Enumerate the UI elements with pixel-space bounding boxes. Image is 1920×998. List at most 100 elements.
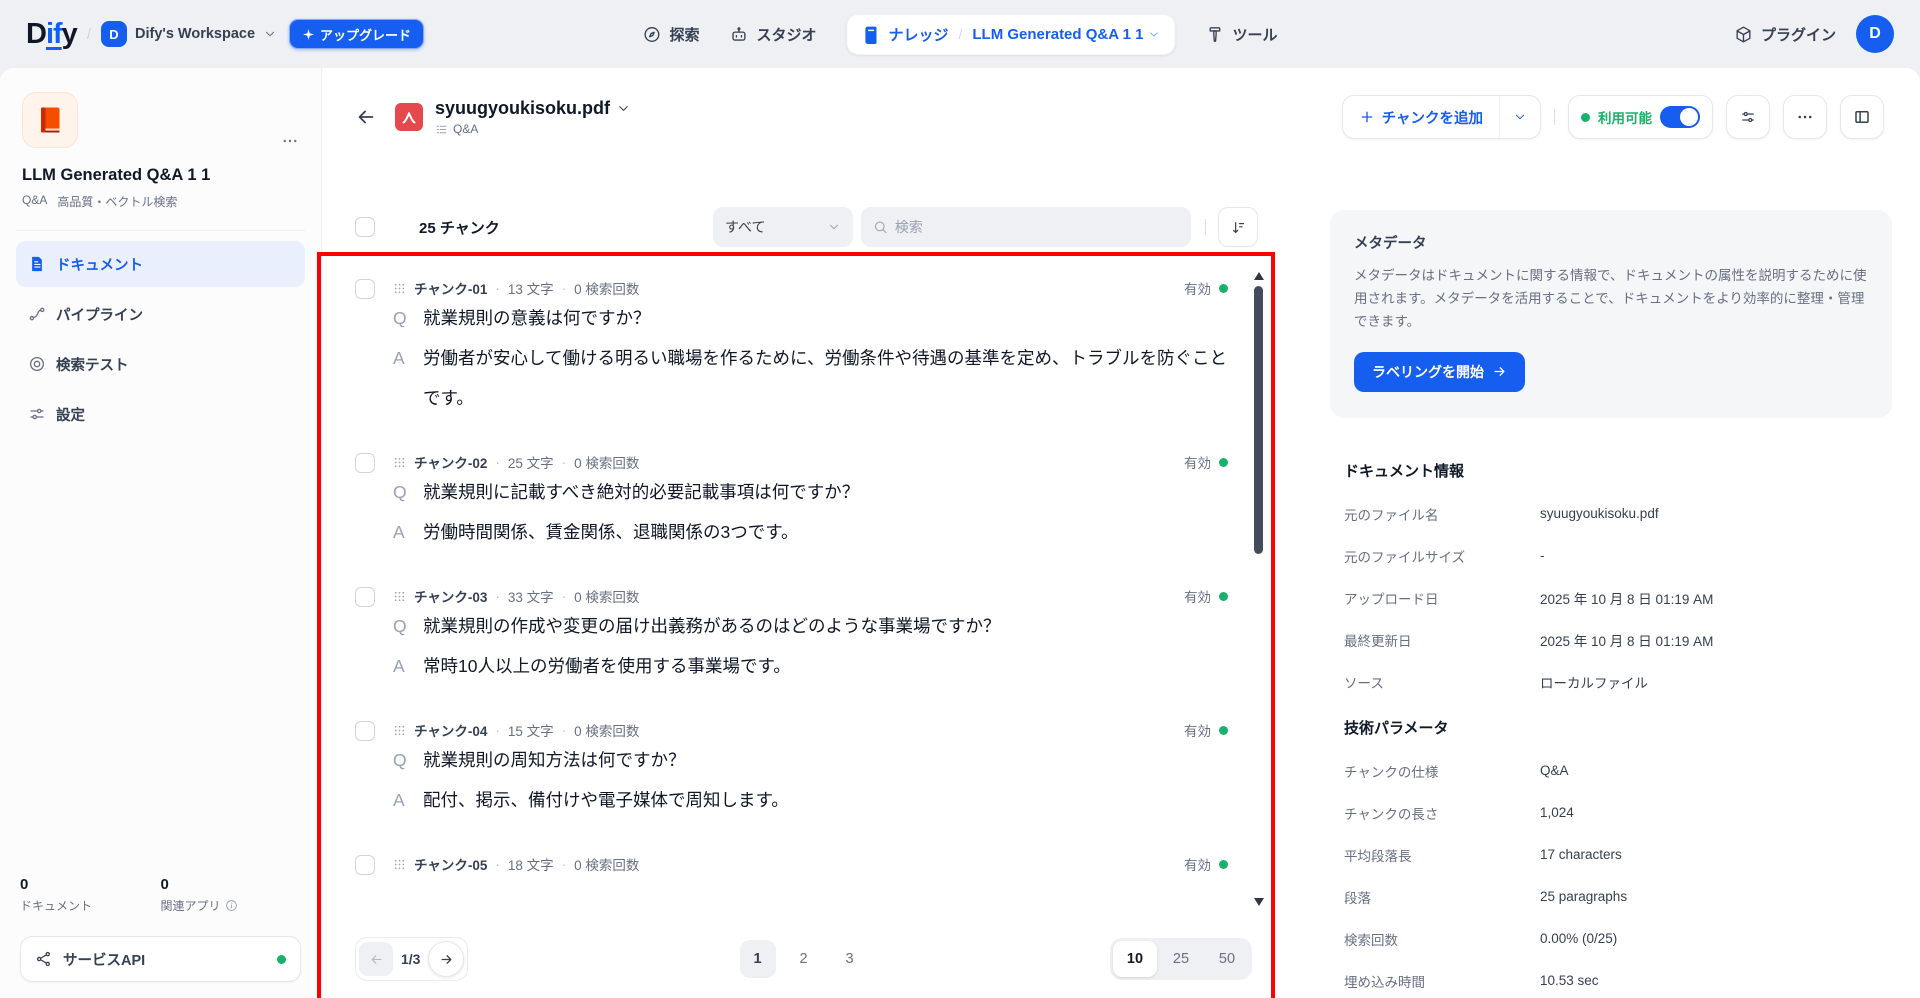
chunk-meta: チャンク-02 · 25 文字 · 0 検索回数 有効 — [393, 452, 1228, 472]
chunk-card[interactable]: チャンク-04 · 15 文字 · 0 検索回数 有効 Q 就業規則の周知方法は… — [355, 706, 1228, 840]
chunk-checkbox[interactable] — [355, 587, 375, 607]
chunk-card[interactable]: チャンク-03 · 33 文字 · 0 検索回数 有効 Q 就業規則の作成や変更… — [355, 572, 1228, 706]
page-button-3[interactable]: 3 — [832, 940, 868, 978]
nav-label: 探索 — [669, 26, 700, 44]
nav-item-explore[interactable]: 探索 — [642, 24, 699, 45]
chunk-checkbox[interactable] — [355, 855, 375, 875]
prev-page-button[interactable] — [359, 942, 393, 976]
status-dot — [1219, 591, 1228, 601]
nav-item-tools[interactable]: ツール — [1206, 24, 1278, 45]
answer-text: 常時10人以上の労働者を使用する事業場です。 — [423, 656, 791, 676]
select-all-checkbox[interactable] — [355, 217, 375, 237]
status-filter-select[interactable]: すべて — [713, 207, 853, 247]
start-labeling-button[interactable]: ラベリングを開始 — [1354, 351, 1525, 392]
info-row: 元のファイル名 syuugyoukisoku.pdf — [1344, 493, 1892, 535]
chunk-list-header: 25 チャンク すべて — [355, 206, 1258, 248]
chunk-count: 25 チャンク — [419, 219, 500, 237]
sidebar-item-settings[interactable]: 設定 — [16, 391, 305, 437]
sidebar-footer: 0 ドキュメント 0 関連アプリ サービスAPI — [16, 876, 305, 982]
sidebar-item-documents[interactable]: ドキュメント — [16, 241, 305, 287]
info-label: 最終更新日 — [1344, 633, 1412, 649]
chunk-chars: 18 文字 — [507, 858, 554, 873]
chunk-card[interactable]: チャンク-05 · 18 文字 · 0 検索回数 有効 — [355, 840, 1228, 895]
drag-grid-icon — [394, 457, 405, 467]
chevron-down-icon — [266, 31, 275, 37]
info-row: 最終更新日 2025 年 10 月 8 日 01:19 AM — [1344, 619, 1892, 661]
back-button[interactable] — [347, 98, 385, 136]
chunk-settings-button[interactable] — [1726, 95, 1770, 139]
stat-label: ドキュメント — [20, 899, 93, 913]
sort-button[interactable] — [1218, 207, 1258, 247]
info-row: ソース ローカルファイル — [1344, 661, 1892, 703]
nav-item-studio[interactable]: スタジオ — [729, 24, 816, 45]
page-size-50[interactable]: 50 — [1205, 941, 1249, 977]
param-value: 1,024 — [1540, 805, 1574, 821]
scrollbar-thumb[interactable] — [1254, 286, 1263, 554]
dataset-subtitle: Q&A 高品質・ベクトル検索 — [22, 193, 299, 210]
page-size-10[interactable]: 10 — [1113, 941, 1157, 977]
info-icon[interactable] — [225, 899, 238, 912]
page-button-1[interactable]: 1 — [739, 940, 776, 978]
question-row: Q 就業規則の作成や変更の届け出義務があるのはどのような事業場ですか？ — [393, 606, 1228, 646]
sidebar-item-label: ドキュメント — [56, 257, 143, 274]
chunk-id: チャンク-01 — [414, 282, 488, 297]
chunk-checkbox[interactable] — [355, 721, 375, 741]
add-chunk-button[interactable]: チャンクを追加 — [1343, 96, 1500, 138]
sidebar-item-pipeline[interactable]: パイプライン — [16, 291, 305, 337]
chunk-checkbox[interactable] — [355, 279, 375, 299]
add-chunk-dropdown[interactable] — [1500, 96, 1540, 138]
page-button-2[interactable]: 2 — [786, 940, 822, 978]
main-navigation: 探索 スタジオ ナレッジ / LLM Generated Q&A 1 1 ツール — [642, 0, 1278, 68]
more-actions-button[interactable] — [1783, 95, 1827, 139]
metadata-card: メタデータ メタデータはドキュメントに関する情報で、ドキュメントの属性を説明する… — [1330, 210, 1892, 418]
a-label: A — [393, 348, 405, 368]
separator: · — [561, 454, 567, 470]
status-dot — [1219, 283, 1228, 293]
next-page-button[interactable] — [428, 941, 465, 977]
toggle-knob — [1680, 108, 1698, 126]
dataset-more-button[interactable] — [277, 128, 303, 154]
q-label: Q — [393, 616, 407, 636]
toggle-panel-button[interactable] — [1840, 95, 1884, 139]
user-avatar[interactable]: D — [1856, 15, 1894, 53]
top-navbar: Dif y / D Dify's Workspace アップグレード 探索 スタジ… — [0, 0, 1920, 68]
upgrade-button[interactable]: アップグレード — [289, 19, 425, 49]
availability-toggle[interactable] — [1660, 106, 1700, 128]
chunk-card[interactable]: チャンク-01 · 13 文字 · 0 検索回数 有効 Q 就業規則の意義は何で… — [355, 264, 1228, 438]
status-dot — [1219, 725, 1228, 735]
api-status-dot — [277, 954, 286, 964]
service-api-button[interactable]: サービスAPI — [20, 936, 301, 982]
sliders-icon — [30, 408, 44, 420]
question-text: 就業規則の周知方法は何ですか？ — [423, 750, 686, 770]
document-filename: syuugyoukisoku.pdf — [435, 98, 611, 118]
nav-label: スタジオ — [756, 26, 817, 44]
answer-row: A 配付、掲示、備付けや電子媒体で周知します。 — [393, 780, 1228, 820]
sidebar-item-retrieval-test[interactable]: 検索テスト — [16, 341, 305, 387]
chunk-card[interactable]: チャンク-02 · 25 文字 · 0 検索回数 有効 Q 就業規則に記載すべき… — [355, 438, 1228, 572]
explore-icon — [644, 26, 660, 42]
chunk-checkbox[interactable] — [355, 453, 375, 473]
separator: · — [495, 588, 500, 604]
workspace-avatar: D — [100, 21, 127, 47]
nav-item-plugins[interactable]: プラグイン — [1734, 24, 1836, 45]
document-name-dropdown[interactable]: syuugyoukisoku.pdf — [435, 98, 631, 119]
scroll-down-arrow[interactable] — [1254, 898, 1264, 906]
chevron-down-icon — [1516, 114, 1524, 120]
search-input[interactable] — [894, 219, 1179, 235]
workspace-selector[interactable]: D Dify's Workspace — [100, 21, 277, 47]
chunk-hits: 0 検索回数 — [574, 724, 640, 739]
chunk-status: 有効 — [1184, 278, 1228, 298]
chunk-chars: 15 文字 — [507, 724, 554, 739]
search-icon — [874, 221, 887, 234]
breadcrumb-dataset[interactable]: LLM Generated Q&A 1 1 — [972, 26, 1160, 43]
dify-logo[interactable]: Dif y — [26, 18, 78, 51]
dataset-name: LLM Generated Q&A 1 1 — [972, 25, 1144, 43]
answer-text: 労働者が安心して働ける明るい職場を作るために、労働条件や待遇の基準を定め、トラブ… — [423, 348, 1227, 408]
param-value: 10.53 sec — [1540, 973, 1599, 989]
stat-label-text: 関連アプリ — [160, 899, 221, 913]
chevron-down-icon — [1150, 31, 1158, 37]
scroll-up-arrow[interactable] — [1254, 272, 1264, 280]
chunk-hits: 0 検索回数 — [574, 282, 640, 297]
nav-item-knowledge[interactable]: ナレッジ — [861, 24, 948, 45]
page-size-25[interactable]: 25 — [1159, 941, 1203, 977]
